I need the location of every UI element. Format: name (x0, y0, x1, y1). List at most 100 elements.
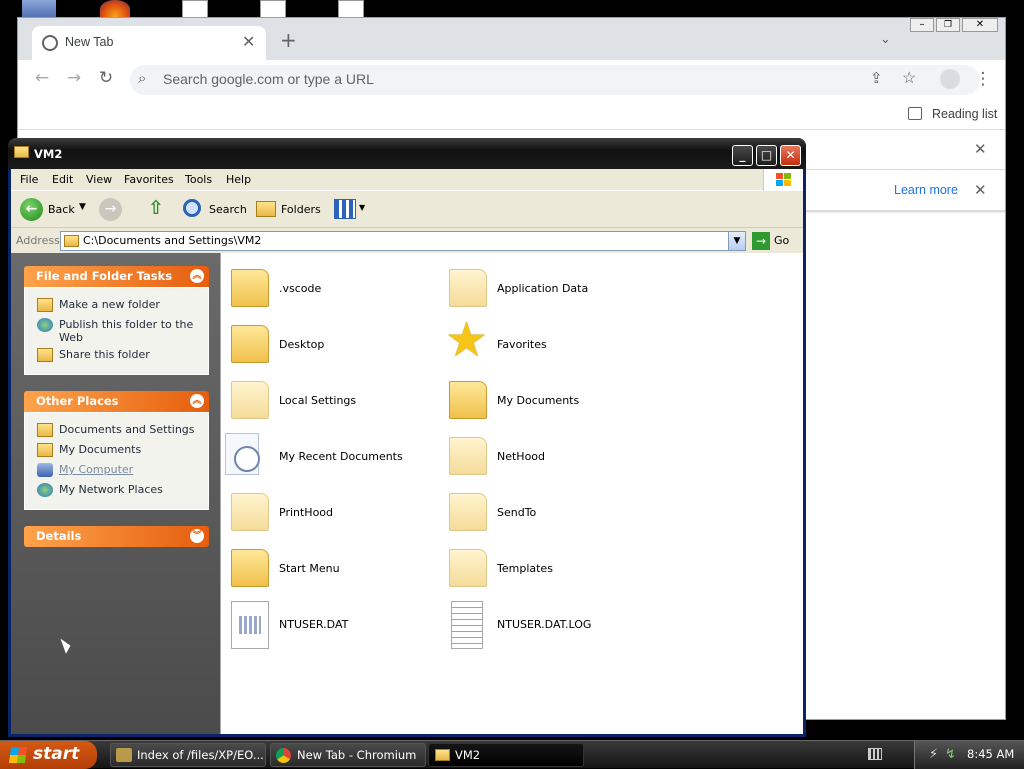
place-my-network-places[interactable]: My Network Places (37, 483, 163, 497)
place-my-computer[interactable]: My Computer (37, 463, 134, 477)
omnibox[interactable]: ⌕ Search google.com or type a URL ⇪ ☆ (130, 65, 980, 95)
desktop-file-icon[interactable] (260, 0, 286, 18)
taskbar: start Index of /files/XP/EO... New Tab -… (0, 740, 1024, 769)
taskbar-item-chromium[interactable]: New Tab - Chromium (270, 743, 426, 767)
back-arrow-icon[interactable]: ← (31, 68, 53, 88)
place-my-documents[interactable]: My Documents (37, 443, 141, 457)
close-tab-icon[interactable]: ✕ (242, 32, 255, 52)
taskbar-item-vm2[interactable]: VM2 (428, 743, 584, 767)
list-item[interactable]: Start Menu (231, 545, 449, 595)
list-item[interactable]: Desktop (231, 321, 449, 371)
file-name: NTUSER.DAT.LOG (497, 618, 592, 631)
title-bar[interactable]: VM2 _ □ ✕ (8, 138, 806, 169)
network-tray-icon[interactable]: ⚡ (929, 747, 938, 762)
list-item[interactable]: SendTo (449, 489, 667, 539)
list-item[interactable]: Local Settings (231, 377, 449, 427)
go-arrow-icon[interactable]: → (752, 232, 770, 250)
task-share-folder[interactable]: Share this folder (37, 348, 150, 362)
tab-strip: New Tab ✕ + ⌄ – ❐ ✕ (18, 18, 1005, 60)
desktop-icon-computer[interactable] (22, 0, 56, 18)
close-icon[interactable]: ✕ (974, 181, 987, 199)
forward-arrow-icon[interactable]: → (99, 198, 122, 221)
menu-tools[interactable]: Tools (185, 173, 212, 186)
collapse-chevron-icon[interactable]: ︽ (190, 269, 204, 283)
profile-avatar-icon[interactable] (940, 69, 960, 89)
learn-more-link[interactable]: Learn more (894, 183, 958, 197)
menu-view[interactable]: View (86, 173, 112, 186)
task-new-folder[interactable]: Make a new folder (37, 298, 160, 312)
close-button[interactable]: ✕ (780, 145, 801, 166)
file-name: Start Menu (279, 562, 340, 575)
search-icon[interactable] (183, 199, 201, 217)
collapse-chevron-icon[interactable]: ︽ (190, 394, 204, 408)
mouse-cursor-icon (60, 636, 73, 654)
file-folder-tasks-header[interactable]: File and Folder Tasks ︽ (24, 266, 209, 287)
hidden-folder-icon (449, 549, 487, 587)
restore-icon[interactable]: ❐ (936, 18, 960, 32)
start-button[interactable]: start (0, 741, 97, 769)
bookmark-star-icon[interactable]: ☆ (902, 68, 916, 88)
reading-list-label[interactable]: Reading list (932, 107, 997, 121)
close-window-icon[interactable]: ✕ (962, 18, 998, 32)
minimize-icon[interactable]: – (910, 18, 934, 32)
go-button-label[interactable]: Go (774, 234, 789, 247)
list-item[interactable]: Templates (449, 545, 667, 595)
address-field[interactable]: C:\Documents and Settings\VM2 ▼ (60, 231, 746, 251)
back-dropdown-icon[interactable]: ▼ (79, 202, 86, 212)
taskbar-item-index[interactable]: Index of /files/XP/EO... (110, 743, 266, 767)
list-item[interactable]: Application Data (449, 265, 667, 315)
maximize-button[interactable]: □ (756, 145, 777, 166)
views-dropdown-icon[interactable]: ▼ (359, 203, 365, 212)
place-label: My Computer (59, 463, 134, 476)
menu-favorites[interactable]: Favorites (124, 173, 174, 186)
menu-help[interactable]: Help (226, 173, 251, 186)
details-header[interactable]: Details ︾ (24, 526, 209, 547)
menu-file[interactable]: File (20, 173, 38, 186)
minimize-button[interactable]: _ (732, 145, 753, 166)
desktop-file-icon[interactable] (338, 0, 364, 18)
list-item[interactable]: NetHood (449, 433, 667, 483)
tab-new-tab[interactable]: New Tab ✕ (32, 26, 266, 60)
back-button-label[interactable]: Back (48, 203, 75, 216)
task-publish-web[interactable]: Publish this folder to the Web (37, 318, 199, 344)
up-folder-icon[interactable]: ⇧ (148, 197, 164, 219)
list-item[interactable]: My Recent Documents (225, 433, 443, 483)
reading-list-icon[interactable] (908, 107, 922, 120)
desktop-file-icon[interactable] (182, 0, 208, 18)
forward-arrow-icon[interactable]: → (63, 68, 85, 88)
place-documents-and-settings[interactable]: Documents and Settings (37, 423, 195, 437)
close-icon[interactable]: ✕ (974, 140, 987, 158)
tray-status-icon[interactable]: ↯ (945, 747, 956, 762)
menu-kebab-icon[interactable]: ⋮ (972, 69, 994, 89)
new-tab-icon[interactable]: + (280, 30, 297, 50)
search-icon: ⌕ (138, 70, 147, 87)
share-folder-icon (37, 348, 53, 362)
address-dropdown-icon[interactable]: ▼ (728, 232, 745, 250)
reload-icon[interactable]: ↻ (95, 68, 117, 88)
chrome-toolbar: ← → ↻ ⌕ Search google.com or type a URL … (18, 60, 1005, 100)
search-button-label[interactable]: Search (209, 203, 247, 216)
list-item[interactable]: My Documents (449, 377, 667, 427)
share-icon[interactable]: ⇪ (870, 69, 883, 87)
folders-button-label[interactable]: Folders (281, 203, 321, 216)
hidden-folder-icon (449, 437, 487, 475)
window-title: VM2 (34, 147, 63, 161)
list-item[interactable]: ★ Favorites (445, 315, 667, 371)
other-places-header[interactable]: Other Places ︽ (24, 391, 209, 412)
folder-icon (64, 235, 79, 247)
clock[interactable]: 8:45 AM (967, 747, 1014, 761)
list-item[interactable]: .vscode (231, 265, 449, 315)
list-item[interactable]: NTUSER.DAT (231, 601, 449, 651)
firefox-icon[interactable] (100, 0, 130, 18)
views-icon[interactable] (334, 199, 356, 219)
keyboard-icon[interactable] (868, 748, 882, 760)
expand-chevron-icon[interactable]: ︾ (190, 529, 204, 543)
list-item[interactable]: PrintHood (231, 489, 449, 539)
my-documents-icon (37, 443, 53, 457)
tab-search-chevron-icon[interactable]: ⌄ (880, 32, 891, 47)
menu-edit[interactable]: Edit (52, 173, 73, 186)
list-item[interactable]: NTUSER.DAT.LOG (449, 601, 667, 651)
back-arrow-icon[interactable]: ← (20, 198, 43, 221)
hidden-folder-icon (231, 381, 269, 419)
folders-icon[interactable] (256, 201, 276, 217)
